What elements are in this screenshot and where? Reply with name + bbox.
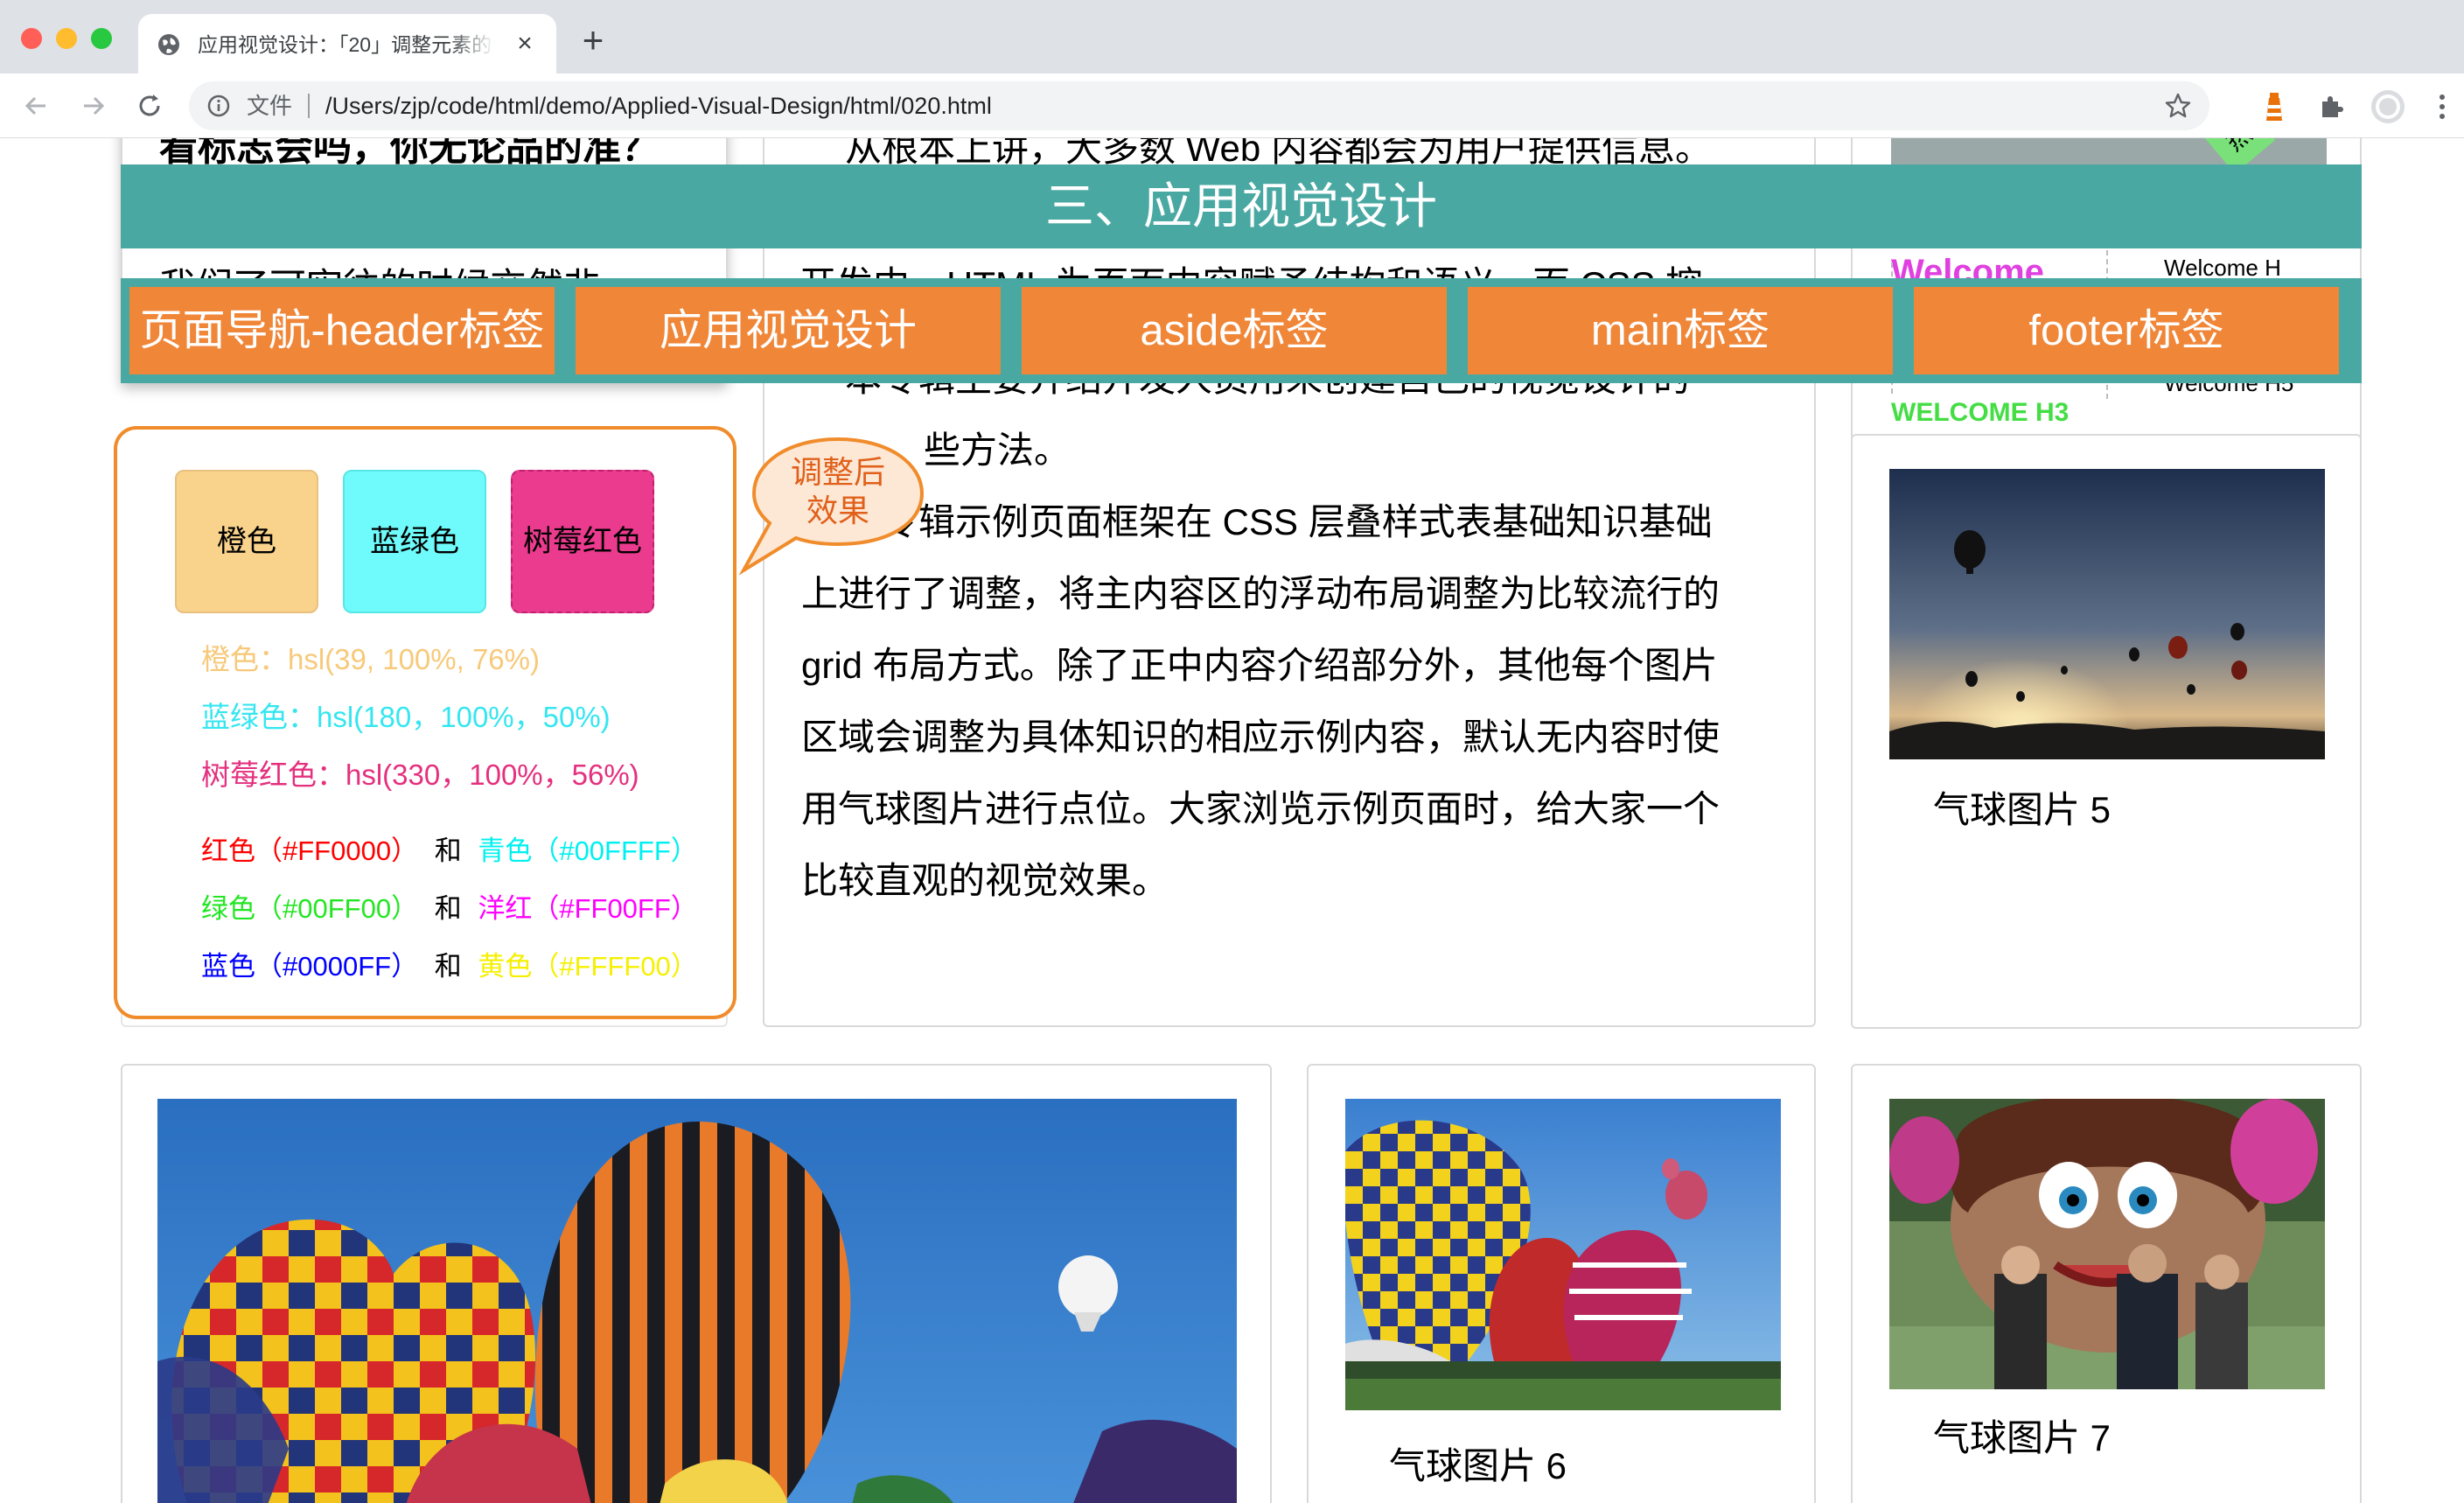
welcome-h3: WELCOME H3 [1891,398,2070,427]
balloon-photo-large [157,1099,1237,1503]
bubble-line: 调整后 [790,454,885,490]
photo-card-large [121,1064,1272,1503]
tab-strip: 应用视觉设计：「20」调整元素的色相 × + [0,0,2464,75]
browser-tab[interactable]: 应用视觉设计：「20」调整元素的色相 × [138,14,556,75]
bookmark-star-icon[interactable] [2164,92,2192,120]
file-scheme-label: 文件 [247,93,293,119]
maximize-window-button[interactable] [91,28,112,49]
url-text[interactable]: /Users/zjp/code/html/demo/Applied-Visual… [325,92,992,120]
page-viewport: 看标志会吗，你无论品的准？ 我们了可牢往的时候交然非、 从根本上讲，大多数 We… [0,138,2464,1503]
bubble-line: 效果 [806,493,869,528]
profile-avatar[interactable] [2370,89,2405,124]
balloon-photo-7 [1889,1099,2325,1389]
pair-b: 青色（#00FFFF） [478,835,698,866]
pair-and: 和 [434,835,462,866]
balloon-photo-6 [1345,1099,1781,1410]
paragraph-line: 区域会调整为具体知识的相应示例内容，默认无内容时使 [801,717,1721,758]
pair-b: 黄色（#FFFF00） [478,951,698,982]
photo-caption: 气球图片 5 [1933,789,2112,830]
page-header-banner: 三、应用视觉设计 [121,164,2362,248]
paragraph-line: 用气球图片进行点位。大家浏览示例页面时，给大家一个 [801,788,1721,829]
photo-caption: 气球图片 7 [1933,1417,2112,1458]
pair-and: 和 [434,893,462,924]
complement-pair: 蓝色（#0000FF） 和 黄色（#FFFF00） [201,944,698,983]
nav-item-main[interactable]: main标签 [1468,287,1893,374]
photo-card-6: 气球图片 6 [1307,1064,1816,1503]
pair-and: 和 [434,951,462,982]
pair-b: 洋红（#FF00FF） [478,893,698,924]
paragraph-line: 上进行了调整，将主内容区的浮动布局调整为比较流行的 [801,573,1721,614]
swatch-raspberry: 树莓红色 [511,470,654,613]
page-title: 三、应用视觉设计 [1045,178,1437,234]
intro-text: 本专辑主要介绍开发人员用来创建自己的视觉设计的一 些方法。 本专辑示例页面框架在… [801,343,1798,917]
hsl-orange: 橙色：hsl(39, 100%, 76%) [201,643,540,675]
more-menu-icon[interactable] [2425,89,2460,124]
nav-item-footer[interactable]: footer标签 [1914,287,2339,374]
forward-arrow-icon [84,96,105,115]
pair-a: 蓝色（#0000FF） [201,951,419,982]
extensions-puzzle-icon[interactable] [2314,89,2349,124]
browser-toolbar: 文件 /Users/zjp/code/html/demo/Applied-Vis… [0,73,2464,138]
complement-pair: 绿色（#00FF00） 和 洋红（#FF00FF） [201,886,698,926]
forward-button[interactable] [73,86,114,126]
extension-lighthouse-icon[interactable] [2257,89,2292,124]
swatch-orange: 橙色 [175,470,318,613]
globe-icon [158,34,179,55]
new-tab-button[interactable]: + [574,21,612,59]
paragraph-line: grid 布局方式。除了正中内容介绍部分外，其他每个图片 [801,645,1718,686]
paragraph-line: 些方法。 [924,430,1071,471]
complement-pair: 红色（#FF0000） 和 青色（#00FFFF） [201,828,698,868]
photo-card-7: 气球图片 7 [1851,1064,2362,1503]
address-bar[interactable]: 文件 /Users/zjp/code/html/demo/Applied-Vis… [189,81,2209,130]
paragraph-line: 比较直观的视觉效果。 [801,860,1169,901]
close-window-button[interactable] [21,28,42,49]
hsl-cyan: 蓝绿色：hsl(180，100%，50%) [201,701,611,733]
nav-item-visual-design[interactable]: 应用视觉设计 [576,287,1001,374]
nav-bar: 页面导航-header标签 应用视觉设计 aside标签 main标签 foot… [121,278,2362,383]
photo-caption: 气球图片 6 [1389,1445,1567,1486]
paragraph-line: 本专辑示例页面框架在 CSS 层叠样式表基础知识基础 [845,501,1713,542]
omnibox-separator [308,94,310,118]
info-icon[interactable] [206,94,231,118]
color-swatch-panel: 橙色 蓝绿色 树莓红色 橙色：hsl(39, 100%, 76%) 蓝绿色：hs… [114,426,736,1019]
nav-item-header[interactable]: 页面导航-header标签 [129,287,555,374]
hsl-raspberry: 树莓红色：hsl(330，100%，56%) [201,758,639,791]
tab-title: 应用视觉设计：「20」调整元素的色相 [198,33,495,56]
swatch-cyan: 蓝绿色 [343,470,486,613]
main-content-card: 从根本上讲，大多数 Web 内容都会为用户提供信息。 开发中，HTML 为页面内… [763,138,1816,1027]
photo-card-5: 气球图片 5 [1851,434,2362,1029]
back-arrow-icon [24,96,45,115]
nav-item-aside[interactable]: aside标签 [1022,287,1447,374]
close-tab-icon[interactable]: × [509,28,541,59]
pair-a: 绿色（#00FF00） [201,893,419,924]
reload-button[interactable] [129,86,170,126]
reload-icon [139,94,160,116]
bubble-text: 调整后 效果 [750,453,925,530]
back-button[interactable] [16,86,56,126]
pair-a: 红色（#FF0000） [201,835,419,866]
balloon-photo-5 [1889,469,2325,759]
minimize-window-button[interactable] [56,28,77,49]
